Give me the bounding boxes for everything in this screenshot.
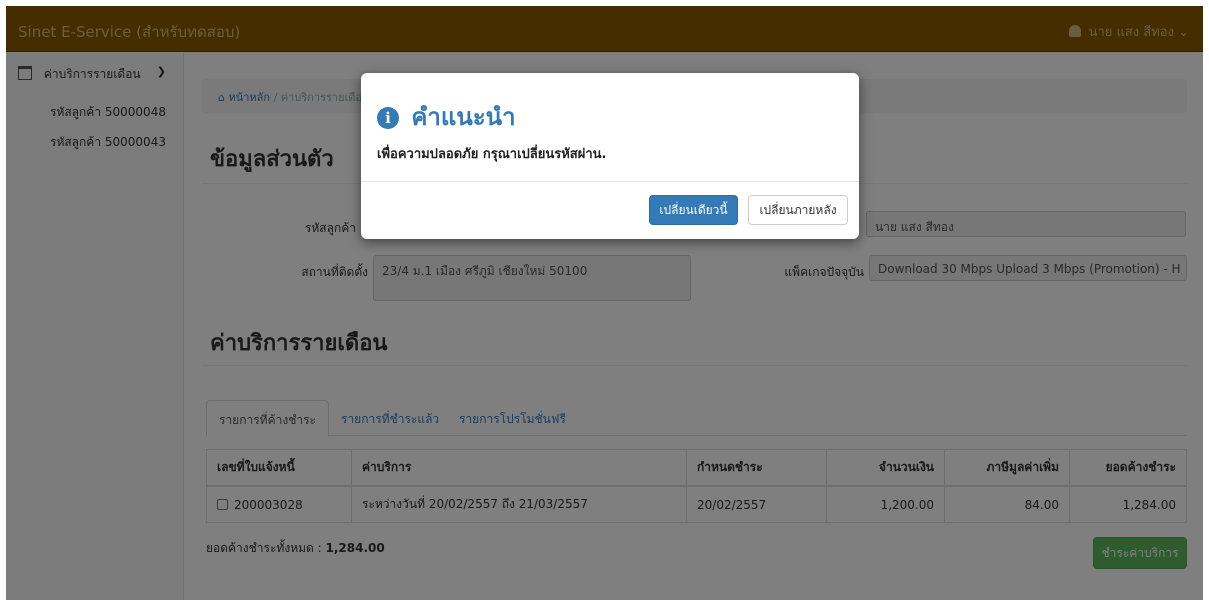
change-later-button[interactable]: เปลี่ยนภายหลัง bbox=[748, 195, 848, 225]
app-window: Sinet E-Service (สำหรับทดสอบ) นาย แสง สี… bbox=[6, 6, 1203, 600]
change-now-button[interactable]: เปลี่ยนเดียวนี้ bbox=[649, 195, 738, 225]
modal-title: i คำแนะนำ bbox=[377, 97, 516, 136]
modal-message: เพื่อความปลอดภัย กรุณาเปลี่ยนรหัสผ่าน. bbox=[377, 147, 607, 162]
advice-modal: i คำแนะนำ เพื่อความปลอดภัย กรุณาเปลี่ยนร… bbox=[361, 73, 859, 239]
modal-footer: เปลี่ยนเดียวนี้ เปลี่ยนภายหลัง bbox=[361, 181, 859, 239]
modal-title-text: คำแนะนำ bbox=[411, 103, 516, 131]
info-icon: i bbox=[377, 107, 399, 129]
